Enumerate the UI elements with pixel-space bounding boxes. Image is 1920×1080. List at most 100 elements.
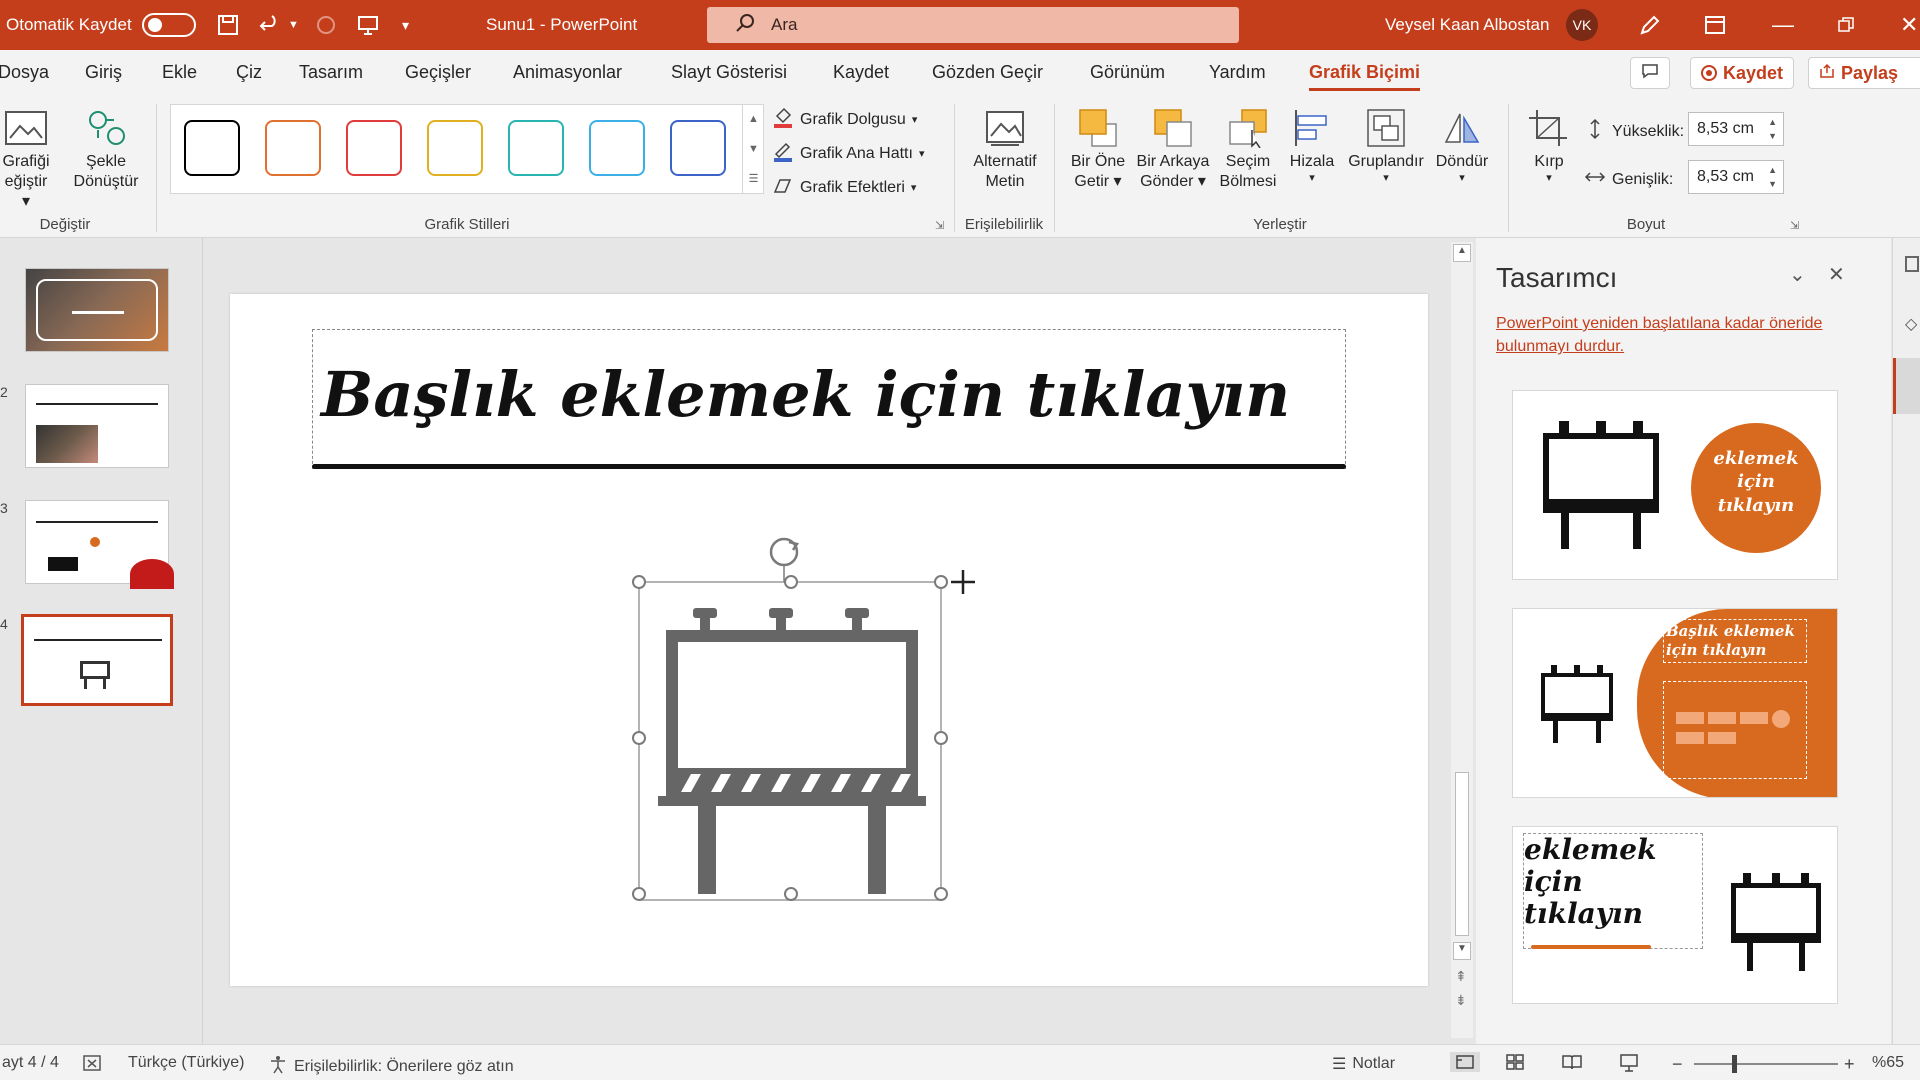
style-swatch-3[interactable] (346, 120, 402, 176)
customize-toolbar-icon[interactable]: ▾ (402, 0, 409, 50)
slide-thumbnail-2[interactable] (25, 384, 169, 468)
tab-file[interactable]: Dosya (0, 62, 49, 83)
resize-handle-bottom-right[interactable] (934, 887, 948, 901)
send-backward-button[interactable]: Bir Arkaya Gönder ▾ (1130, 108, 1216, 192)
search-box[interactable]: Ara (707, 7, 1239, 43)
alt-text-button[interactable]: Alternatif Metin (964, 108, 1046, 192)
gallery-up-icon[interactable]: ▲ (743, 104, 764, 134)
stop-suggestions-link[interactable]: PowerPoint yeniden başlatılana kadar öne… (1496, 312, 1866, 358)
design-suggestion-1[interactable]: eklemek için tıklayın (1512, 390, 1838, 580)
graphic-effects-button[interactable]: Grafik Efektleri ▾ (772, 174, 916, 201)
avatar[interactable]: VK (1566, 9, 1598, 41)
graphic-outline-button[interactable]: Grafik Ana Hattı ▾ (772, 140, 924, 167)
accessibility-status[interactable]: Erişilebilirlik: Önerilere göz atın (268, 1054, 514, 1079)
gallery-more-icon[interactable]: ☰ (743, 164, 764, 194)
scroll-thumb[interactable] (1455, 772, 1469, 936)
tab-insert[interactable]: Ekle (162, 62, 197, 83)
tab-transitions[interactable]: Geçişler (405, 62, 471, 83)
rotate-button[interactable]: Döndür ▾ (1430, 108, 1494, 186)
resize-handle-left[interactable] (632, 731, 646, 745)
zoom-slider[interactable] (1694, 1063, 1838, 1065)
design-suggestion-3[interactable]: eklemek için tıklayın (1512, 826, 1838, 1004)
style-swatch-7[interactable] (670, 120, 726, 176)
zoom-level[interactable]: %65 (1872, 1054, 1904, 1072)
chevron-down-icon[interactable]: ⌄ (1789, 262, 1806, 287)
align-button[interactable]: Hizala ▾ (1284, 108, 1340, 186)
record-button[interactable]: Kaydet (1690, 57, 1795, 89)
zoom-out-icon[interactable]: − (1672, 1054, 1683, 1075)
tab-design[interactable]: Tasarım (299, 62, 363, 83)
styles-dialog-launcher-icon[interactable]: ⇲ (935, 219, 944, 232)
size-dialog-launcher-icon[interactable]: ⇲ (1790, 219, 1799, 232)
group-button[interactable]: Gruplandır ▾ (1344, 108, 1428, 186)
comments-button[interactable] (1630, 57, 1670, 89)
bring-forward-button[interactable]: Bir Öne Getir ▾ (1066, 108, 1130, 192)
crop-button[interactable]: Kırp ▾ (1520, 108, 1578, 186)
tab-help[interactable]: Yardım (1209, 62, 1266, 83)
title-placeholder[interactable]: Başlık eklemek için tıklayın (312, 329, 1346, 469)
design-suggestion-2[interactable]: Başlık eklemek için tıklayın (1512, 608, 1838, 798)
zoom-in-icon[interactable]: + (1844, 1054, 1855, 1075)
reading-view-icon[interactable] (1562, 1054, 1582, 1070)
undo-dropdown-icon[interactable]: ▼ (288, 0, 299, 50)
slideshow-view-icon[interactable] (1620, 1054, 1638, 1072)
close-icon[interactable]: ✕ (1900, 0, 1918, 50)
user-name[interactable]: Veysel Kaan Albostan (1385, 0, 1549, 50)
style-swatch-2[interactable] (265, 120, 321, 176)
graphic-fill-button[interactable]: Grafik Dolgusu ▾ (772, 106, 917, 133)
designer-side-icon[interactable] (1905, 256, 1919, 272)
minimize-icon[interactable]: — (1772, 0, 1794, 50)
billboard-graphic[interactable] (621, 522, 981, 912)
tab-review[interactable]: Gözden Geçir (932, 62, 1043, 83)
slide-scrollbar[interactable]: ▲ ▼ ⇞ ⇟ (1451, 242, 1473, 1038)
start-presentation-icon[interactable] (356, 0, 380, 50)
zoom-slider-thumb[interactable] (1732, 1055, 1737, 1073)
tab-record[interactable]: Kaydet (833, 62, 889, 83)
resize-handle-bottom[interactable] (784, 887, 798, 901)
gallery-scroll[interactable]: ▲ ▼ ☰ (742, 104, 764, 194)
style-swatch-1[interactable] (184, 120, 240, 176)
tab-graphics-format[interactable]: Grafik Biçimi (1309, 62, 1421, 91)
ribbon-display-icon[interactable] (1704, 0, 1726, 50)
resize-handle-top-right[interactable] (934, 575, 948, 589)
share-button[interactable]: Paylaş (1808, 57, 1920, 89)
width-spinner-icon[interactable]: ▲ ▼ (1768, 163, 1777, 191)
autosave-toggle[interactable] (141, 13, 196, 37)
undo-icon[interactable] (258, 0, 282, 50)
style-swatch-5[interactable] (508, 120, 564, 176)
resize-handle-top-left[interactable] (632, 575, 646, 589)
normal-view-icon[interactable] (1450, 1052, 1480, 1072)
resize-handle-bottom-left[interactable] (632, 887, 646, 901)
change-graphic-button[interactable]: Grafiği eğiştir ▾ (0, 108, 52, 212)
tab-home[interactable]: Giriş (85, 62, 122, 83)
previous-slide-icon[interactable]: ⇞ (1455, 968, 1467, 985)
redo-icon[interactable] (314, 0, 338, 50)
resize-handle-right[interactable] (934, 731, 948, 745)
width-input[interactable]: 8,53 cm ▲ ▼ (1688, 160, 1784, 194)
save-icon[interactable] (216, 0, 240, 50)
spell-check-icon[interactable] (82, 1054, 102, 1072)
slide-sorter-icon[interactable] (1506, 1054, 1524, 1070)
next-slide-icon[interactable]: ⇟ (1455, 992, 1467, 1009)
slide-thumbnail-1[interactable] (25, 268, 169, 352)
convert-to-shape-button[interactable]: Şekle Dönüştür (66, 108, 146, 192)
active-side-tab[interactable] (1893, 358, 1920, 414)
style-swatch-6[interactable] (589, 120, 645, 176)
style-swatch-4[interactable] (427, 120, 483, 176)
slide-canvas[interactable]: Başlık eklemek için tıklayın (230, 294, 1428, 986)
height-spinner-icon[interactable]: ▲ ▼ (1768, 115, 1777, 143)
restore-icon[interactable] (1838, 0, 1854, 50)
scroll-up-icon[interactable]: ▲ (1453, 244, 1471, 262)
tab-view[interactable]: Görünüm (1090, 62, 1165, 83)
selection-pane-button[interactable]: Seçim Bölmesi (1216, 108, 1280, 192)
pen-icon[interactable] (1638, 0, 1662, 50)
tab-slideshow[interactable]: Slayt Gösterisi (671, 62, 787, 83)
slide-thumbnail-3[interactable] (25, 500, 174, 589)
slide-thumbnail-4[interactable] (21, 614, 173, 706)
height-input[interactable]: 8,53 cm ▲ ▼ (1688, 112, 1784, 146)
resize-handle-top[interactable] (784, 575, 798, 589)
tool-side-icon[interactable]: ◇ (1905, 314, 1917, 334)
tab-animations[interactable]: Animasyonlar (513, 62, 622, 83)
scroll-down-icon[interactable]: ▼ (1453, 942, 1471, 960)
tab-draw[interactable]: Çiz (236, 62, 262, 83)
